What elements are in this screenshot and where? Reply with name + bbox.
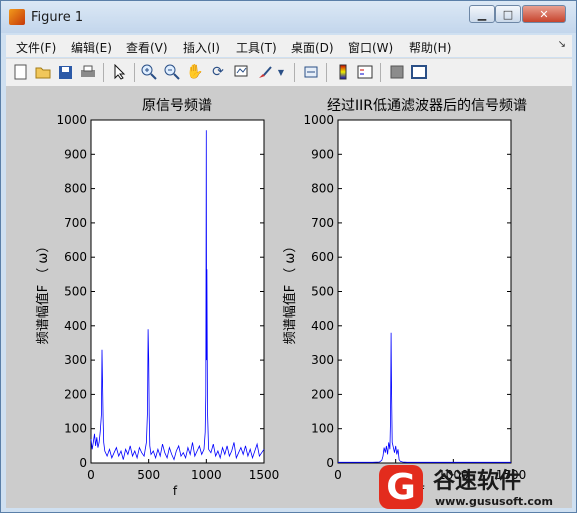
left-ytick-label: 600 [64, 250, 87, 264]
close-icon: ✕ [539, 7, 549, 21]
right-ytick-label: 200 [311, 387, 334, 401]
window-title: Figure 1 [31, 10, 84, 25]
right-ytick-label: 1000 [303, 113, 334, 127]
right-axes: 经过IIR低通滤波器后的信号频谱 频谱幅值F （ ω） f 0100200300… [282, 98, 527, 498]
maximize-button[interactable]: □ [495, 5, 521, 23]
left-xtick-label: 500 [137, 468, 160, 482]
right-ytick-label: 800 [311, 182, 334, 196]
left-ytick-label: 800 [64, 182, 87, 196]
figure-window: Figure 1 ▁ □ ✕ 文件(F) 编辑(E) 查看(V) 插入(I) 工… [0, 0, 577, 513]
right-plot-title: 经过IIR低通滤波器后的信号频谱 [327, 98, 527, 114]
right-ytick-label: 600 [311, 250, 334, 264]
close-button[interactable]: ✕ [522, 5, 566, 23]
right-ytick-label: 100 [311, 422, 334, 436]
watermark-brand: 谷速软件 [433, 469, 522, 494]
link-plot-icon[interactable] [302, 63, 320, 81]
left-ytick-label: 300 [64, 353, 87, 367]
watermark: G 谷速软件 www.gususoft.com [373, 463, 577, 513]
right-ytick-label: 900 [311, 147, 334, 161]
matlab-icon [9, 9, 25, 25]
show-plot-tools-icon[interactable] [410, 63, 428, 81]
menu-help[interactable]: 帮助(H) [409, 39, 451, 56]
save-icon[interactable] [56, 63, 74, 81]
left-plot-area[interactable] [90, 119, 265, 464]
toolbar-separator [380, 63, 381, 82]
left-xtick-label: 1500 [249, 468, 280, 482]
left-xtick-label: 0 [87, 468, 95, 482]
left-axes: 原信号频谱 频谱幅值F （ ω） f 0 100 200 300 400 500 600 70… [35, 98, 279, 498]
open-file-icon[interactable] [34, 63, 52, 81]
left-ytick-label: 1000 [56, 113, 87, 127]
toolbar-separator [103, 63, 104, 82]
left-ytick-label: 700 [64, 216, 87, 230]
title-bar: Figure 1 ▁ □ ✕ [1, 1, 576, 33]
right-ytick-label: 300 [311, 353, 334, 367]
right-xtick-label: 0 [334, 468, 342, 482]
menu-tools[interactable]: 工具(T) [236, 39, 277, 56]
print-icon[interactable] [79, 63, 97, 81]
menu-window[interactable]: 窗口(W) [348, 39, 393, 56]
left-ylabel: 频谱幅值F （ ω） [35, 240, 51, 345]
rotate-3d-icon[interactable]: ⟳ [209, 63, 227, 81]
menu-bar: 文件(F) 编辑(E) 查看(V) 插入(I) 工具(T) 桌面(D) 窗口(W… [6, 35, 572, 57]
plots-svg: 原信号频谱 频谱幅值F （ ω） f 0 100 200 300 400 500 600 70… [35, 98, 527, 498]
left-ytick-label: 400 [64, 319, 87, 333]
toolbar-separator [134, 63, 135, 82]
dropdown-icon[interactable]: ▼ [276, 63, 286, 81]
left-ytick-label: 200 [64, 387, 87, 401]
toolbar-separator [294, 63, 295, 82]
right-ytick-label: 700 [311, 216, 334, 230]
data-cursor-icon[interactable] [232, 63, 250, 81]
left-ytick-label: 900 [64, 147, 87, 161]
pan-hand-icon[interactable]: ✋ [186, 63, 204, 81]
zoom-in-icon[interactable] [140, 63, 158, 81]
legend-icon[interactable] [356, 63, 374, 81]
minimize-button[interactable]: ▁ [469, 5, 495, 23]
toolbar: ✋ ⟳ ▼ [6, 58, 572, 87]
menu-desktop[interactable]: 桌面(D) [291, 39, 334, 56]
brush-icon[interactable] [256, 63, 274, 81]
watermark-logo: G [379, 465, 423, 509]
watermark-url: www.gususoft.com [435, 495, 553, 508]
left-ytick-label: 0 [79, 456, 87, 470]
left-ytick-label: 500 [64, 285, 87, 299]
menu-overflow-icon[interactable]: ↘ [558, 39, 566, 50]
arrow-pointer-icon[interactable] [110, 63, 128, 81]
hide-plot-tools-icon[interactable] [388, 63, 406, 81]
zoom-out-icon[interactable] [163, 63, 181, 81]
figure-canvas: 原信号频谱 频谱幅值F （ ω） f 0 100 200 300 400 500 600 70… [6, 86, 572, 508]
menu-insert[interactable]: 插入(I) [183, 39, 220, 56]
right-plot-area[interactable] [337, 119, 512, 464]
right-ytick-label: 0 [326, 456, 334, 470]
new-figure-icon[interactable] [12, 63, 30, 81]
maximize-icon: □ [502, 7, 514, 21]
left-plot-title: 原信号频谱 [142, 98, 212, 114]
right-ytick-label: 500 [311, 285, 334, 299]
left-ytick-label: 100 [64, 422, 87, 436]
colorbar-icon[interactable] [334, 63, 352, 81]
menu-edit[interactable]: 编辑(E) [71, 39, 112, 56]
right-ylabel: 频谱幅值F （ ω） [282, 240, 298, 345]
left-xtick-label: 1000 [191, 468, 222, 482]
left-xlabel: f [173, 484, 178, 498]
toolbar-separator [326, 63, 327, 82]
menu-view[interactable]: 查看(V) [126, 39, 168, 56]
right-ytick-label: 400 [311, 319, 334, 333]
menu-file[interactable]: 文件(F) [16, 39, 56, 56]
minimize-icon: ▁ [477, 7, 487, 21]
